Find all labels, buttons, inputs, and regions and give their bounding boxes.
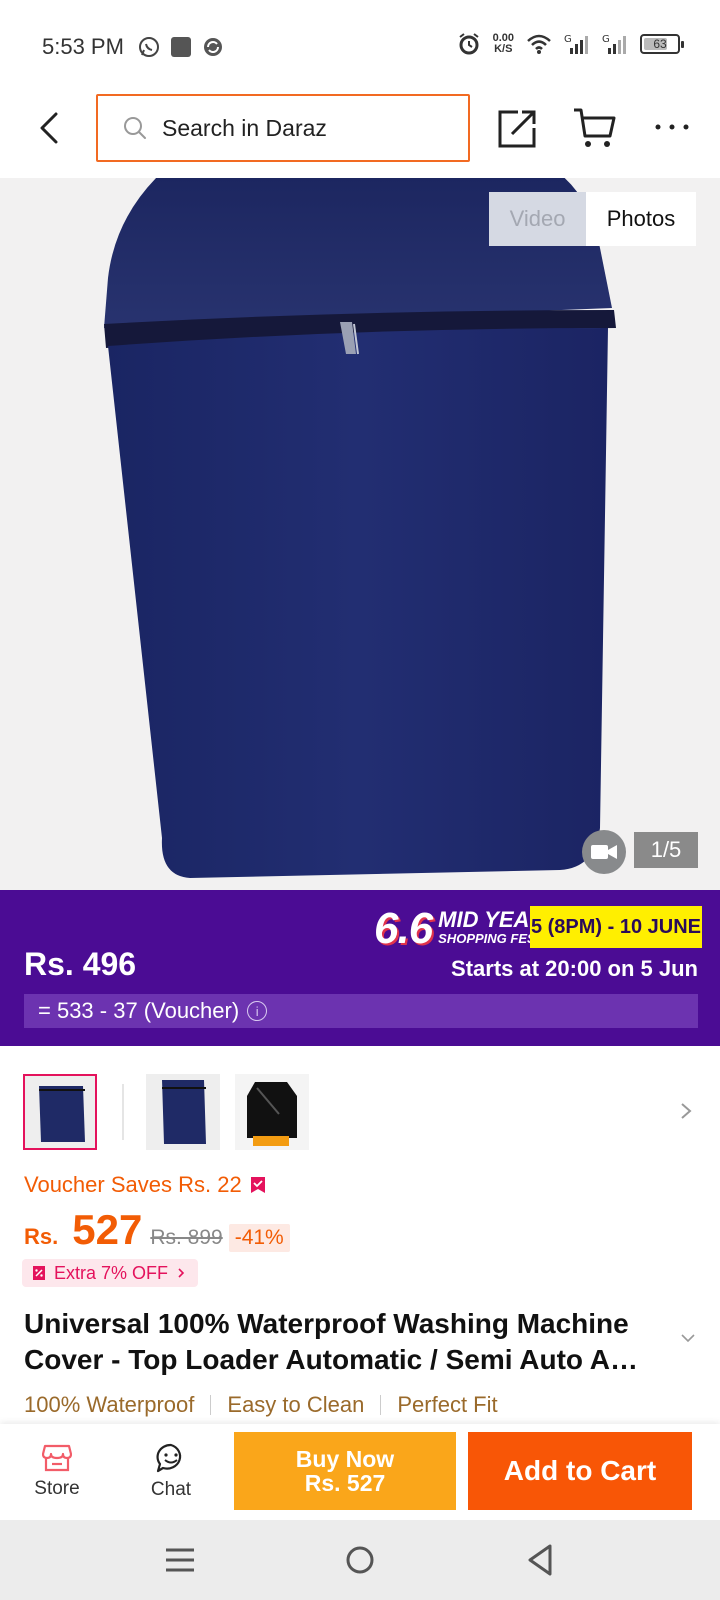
product-image	[104, 178, 616, 878]
home-icon[interactable]	[340, 1540, 380, 1580]
thumbnail-2[interactable]	[146, 1074, 220, 1150]
tab-video[interactable]: Video	[489, 192, 586, 246]
back-triangle-icon[interactable]	[520, 1540, 560, 1580]
search-icon	[124, 117, 146, 139]
discount-badge: -41%	[228, 1224, 290, 1252]
chevron-right-small-icon	[178, 1268, 185, 1278]
speed-unit: K/S	[494, 43, 513, 55]
fest-logo: 6.6 MID YEAR SHOPPING FEST!	[374, 904, 548, 954]
svg-text:G: G	[602, 34, 610, 45]
status-time: 5:53 PM	[42, 34, 124, 59]
image-counter: 1/5	[634, 832, 698, 868]
voucher-savings[interactable]: Voucher Saves Rs. 22	[24, 1172, 266, 1198]
extra-off-text: Extra 7% OFF	[54, 1262, 169, 1283]
thumbnail-strip	[0, 1074, 720, 1150]
formula-text: = 533 - 37 (Voucher)	[38, 998, 240, 1023]
store-label: Store	[34, 1478, 80, 1499]
feature-tag: Perfect Fit	[397, 1392, 498, 1417]
chat-label: Chat	[150, 1479, 192, 1500]
signal-icon-1: G	[564, 34, 588, 54]
buy-now-label: Buy Now	[295, 1446, 395, 1472]
fest-dates: 5 (8PM) - 10 JUNE	[530, 906, 702, 948]
original-price: Rs. 899	[150, 1226, 223, 1249]
promo-start-time: Starts at 20:00 on 5 Jun	[451, 956, 698, 981]
battery-indicator: 63	[640, 34, 684, 54]
price-row: Rs. 527 Rs. 899 -41%	[24, 1206, 290, 1254]
price-value: 527	[72, 1206, 143, 1253]
thumbnail-1[interactable]	[23, 1074, 97, 1150]
add-to-cart-button[interactable]: Add to Cart	[468, 1432, 692, 1510]
chat-button[interactable]: Chat	[126, 1424, 216, 1520]
extra-off-badge[interactable]: Extra 7% OFF	[22, 1259, 199, 1287]
system-nav-bar	[0, 1520, 720, 1600]
product-title: Universal 100% Waterproof Washing Machin…	[24, 1308, 638, 1375]
store-icon	[42, 1444, 72, 1472]
price-currency: Rs.	[24, 1224, 59, 1249]
fest-number: 6.6	[374, 904, 433, 953]
feature-tag: Easy to Clean	[227, 1392, 365, 1417]
promo-banner[interactable]: 6.6 MID YEAR SHOPPING FEST! 5 (8PM) - 10…	[0, 890, 720, 1046]
sync-icon	[204, 38, 222, 56]
battery-level: 63	[653, 37, 667, 51]
share-icon[interactable]	[496, 106, 540, 150]
recent-apps-icon[interactable]	[160, 1540, 200, 1580]
tab-photos[interactable]: Photos	[586, 192, 696, 246]
chat-icon	[156, 1443, 182, 1473]
cart-icon[interactable]	[572, 106, 618, 150]
alarm-icon	[458, 33, 479, 55]
bottom-action-bar: Store Chat Buy Now Rs. 527 Add to Cart	[0, 1424, 720, 1520]
search-input[interactable]	[162, 114, 452, 142]
top-header	[0, 92, 720, 178]
signal-icon-2: G	[602, 34, 626, 54]
price-formula: = 533 - 37 (Voucher) i	[24, 994, 698, 1028]
voucher-savings-text: Voucher Saves Rs. 22	[24, 1172, 242, 1197]
coupon-icon	[33, 1266, 45, 1280]
video-camera-icon[interactable]	[582, 830, 626, 874]
wifi-icon	[527, 34, 551, 54]
promo-price: Rs. 496	[24, 946, 137, 982]
app-square-icon	[171, 37, 191, 57]
status-right: 0.00 K/S G G 63	[457, 32, 684, 56]
buy-now-price: Rs. 527	[304, 1470, 386, 1496]
feature-tag: 100% Waterproof	[24, 1392, 195, 1417]
feature-tags: 100% Waterproof Easy to Clean Perfect Fi…	[24, 1392, 498, 1418]
svg-text:G: G	[564, 34, 572, 45]
product-image-gallery[interactable]: Video Photos 1/5	[0, 178, 720, 890]
status-bar: 5:53 PM 0.00 K/S G G 63	[0, 0, 720, 92]
notification-icons	[138, 36, 224, 58]
back-arrow-icon[interactable]	[30, 108, 70, 148]
voucher-tag-icon	[250, 1177, 265, 1193]
store-button[interactable]: Store	[12, 1424, 102, 1520]
info-icon[interactable]: i	[247, 1001, 268, 1021]
product-title-block: Universal 100% Waterproof Washing Machin…	[24, 1306, 674, 1378]
media-toggle: Video Photos	[489, 192, 696, 246]
search-bar[interactable]	[96, 94, 470, 162]
buy-now-button[interactable]: Buy Now Rs. 527	[234, 1432, 456, 1510]
chevron-right-icon[interactable]	[674, 1096, 698, 1126]
thumbnail-divider	[122, 1084, 124, 1140]
whatsapp-icon	[139, 37, 159, 57]
feature-separator	[380, 1395, 382, 1415]
network-speed: 0.00 K/S	[493, 33, 514, 55]
feature-separator	[210, 1395, 212, 1415]
chevron-down-icon[interactable]	[680, 1330, 696, 1346]
more-options-icon[interactable]	[652, 112, 692, 142]
thumbnail-3[interactable]	[235, 1074, 309, 1150]
